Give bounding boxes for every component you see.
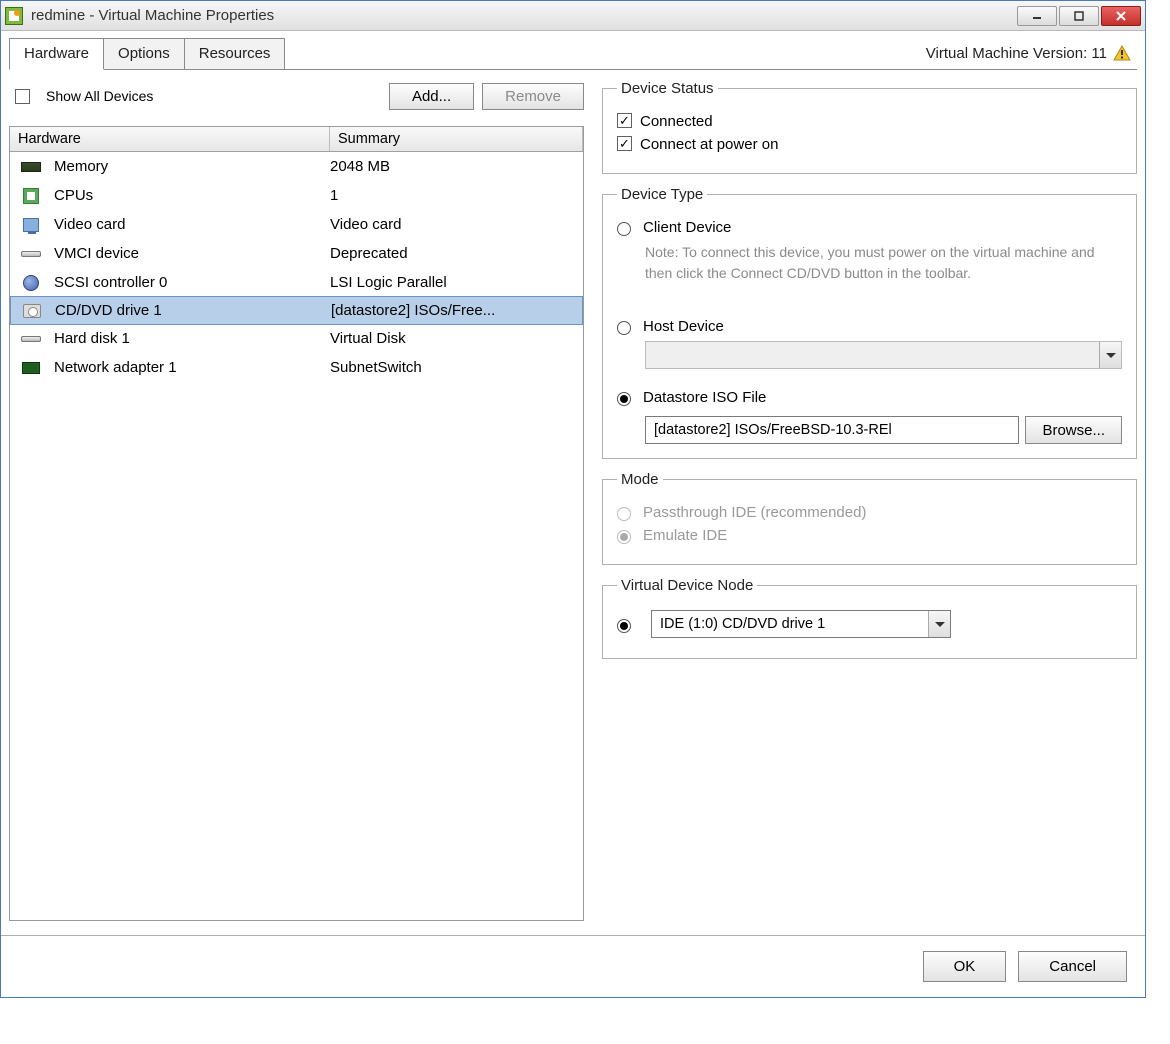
cancel-button[interactable]: Cancel xyxy=(1018,951,1127,982)
connect-at-power-on-checkbox[interactable] xyxy=(617,136,632,151)
vmci-icon xyxy=(20,245,42,263)
hardware-row[interactable]: Memory2048 MB xyxy=(10,152,583,181)
hardware-row[interactable]: Network adapter 1SubnetSwitch xyxy=(10,353,583,382)
host-device-label: Host Device xyxy=(643,318,724,335)
hardware-col-header[interactable]: Hardware xyxy=(10,127,330,151)
add-button[interactable]: Add... xyxy=(389,83,474,110)
tab-hardware[interactable]: Hardware xyxy=(9,38,104,70)
hw-name: CPUs xyxy=(54,187,330,204)
datastore-iso-label: Datastore ISO File xyxy=(643,389,766,406)
hw-name: Memory xyxy=(54,158,330,175)
hardware-list: Hardware Summary Memory2048 MBCPUs1Video… xyxy=(9,126,584,921)
nic-icon xyxy=(20,359,42,377)
host-device-radio[interactable] xyxy=(617,321,631,335)
hw-summary: [datastore2] ISOs/Free... xyxy=(331,302,495,319)
vm-version-label: Virtual Machine Version: 11 xyxy=(926,45,1137,62)
tab-options[interactable]: Options xyxy=(103,38,185,70)
hardware-row[interactable]: CPUs1 xyxy=(10,181,583,210)
titlebar: redmine - Virtual Machine Properties xyxy=(1,1,1145,31)
scsi-icon xyxy=(20,274,42,292)
ok-button[interactable]: OK xyxy=(923,951,1007,982)
hw-name: Hard disk 1 xyxy=(54,330,330,347)
client-device-label: Client Device xyxy=(643,219,731,236)
hardware-row[interactable]: Hard disk 1Virtual Disk xyxy=(10,324,583,353)
hw-summary: Video card xyxy=(330,216,401,233)
remove-button[interactable]: Remove xyxy=(482,83,584,110)
vm-version-text: Virtual Machine Version: 11 xyxy=(926,45,1107,62)
virtual-device-node-group: Virtual Device Node xyxy=(602,577,1137,659)
hw-name: Network adapter 1 xyxy=(54,359,330,376)
hardware-row[interactable]: VMCI deviceDeprecated xyxy=(10,239,583,268)
tab-resources[interactable]: Resources xyxy=(184,38,286,70)
app-icon xyxy=(5,7,23,25)
hardware-row[interactable]: CD/DVD drive 1[datastore2] ISOs/Free... xyxy=(10,296,583,325)
host-device-combo[interactable] xyxy=(645,341,1122,369)
hw-name: VMCI device xyxy=(54,245,330,262)
hw-name: SCSI controller 0 xyxy=(54,274,330,291)
vdn-combo[interactable] xyxy=(651,610,951,638)
dialog-footer: OK Cancel xyxy=(1,935,1145,997)
hw-summary: LSI Logic Parallel xyxy=(330,274,447,291)
iso-path-input[interactable] xyxy=(645,416,1019,444)
hw-name: CD/DVD drive 1 xyxy=(55,302,331,319)
maximize-button[interactable] xyxy=(1059,6,1099,26)
cpu-icon xyxy=(20,187,42,205)
vdn-legend: Virtual Device Node xyxy=(617,577,757,594)
hardware-row[interactable]: Video cardVideo card xyxy=(10,210,583,239)
video-icon xyxy=(20,216,42,234)
summary-col-header[interactable]: Summary xyxy=(330,127,583,151)
vm-properties-dialog: redmine - Virtual Machine Properties Har… xyxy=(0,0,1146,998)
device-status-legend: Device Status xyxy=(617,80,718,97)
tabs: Hardware Options Resources xyxy=(9,37,284,69)
chevron-down-icon xyxy=(1099,342,1121,368)
hw-summary: SubnetSwitch xyxy=(330,359,422,376)
device-type-group: Device Type Client Device Note: To conne… xyxy=(602,186,1137,459)
vdn-radio[interactable] xyxy=(617,619,631,633)
window-title: redmine - Virtual Machine Properties xyxy=(31,7,1017,24)
chevron-down-icon[interactable] xyxy=(928,611,950,637)
hw-summary: 2048 MB xyxy=(330,158,390,175)
hw-summary: Virtual Disk xyxy=(330,330,406,347)
connect-at-power-on-label: Connect at power on xyxy=(640,136,778,153)
hw-summary: Deprecated xyxy=(330,245,408,262)
connected-label: Connected xyxy=(640,113,713,130)
cd-icon xyxy=(21,302,43,320)
show-all-devices-label: Show All Devices xyxy=(46,88,153,104)
hardware-row[interactable]: SCSI controller 0LSI Logic Parallel xyxy=(10,268,583,297)
hw-name: Video card xyxy=(54,216,330,233)
device-status-group: Device Status Connected Connect at power… xyxy=(602,80,1137,174)
hw-summary: 1 xyxy=(330,187,338,204)
show-all-devices-checkbox[interactable] xyxy=(15,89,30,104)
browse-button[interactable]: Browse... xyxy=(1025,416,1122,444)
mode-group: Mode Passthrough IDE (recommended) Emula… xyxy=(602,471,1137,565)
emulate-ide-label: Emulate IDE xyxy=(643,527,727,544)
vdn-combo-input[interactable] xyxy=(652,616,928,632)
client-device-note: Note: To connect this device, you must p… xyxy=(645,242,1122,284)
warning-icon xyxy=(1113,45,1131,61)
device-type-legend: Device Type xyxy=(617,186,707,203)
passthrough-ide-radio xyxy=(617,507,631,521)
client-device-radio[interactable] xyxy=(617,222,631,236)
datastore-iso-radio[interactable] xyxy=(617,392,631,406)
passthrough-ide-label: Passthrough IDE (recommended) xyxy=(643,504,866,521)
memory-icon xyxy=(20,158,42,176)
mode-legend: Mode xyxy=(617,471,663,488)
emulate-ide-radio xyxy=(617,530,631,544)
close-button[interactable] xyxy=(1101,6,1141,26)
connected-checkbox[interactable] xyxy=(617,113,632,128)
minimize-button[interactable] xyxy=(1017,6,1057,26)
disk-icon xyxy=(20,330,42,348)
